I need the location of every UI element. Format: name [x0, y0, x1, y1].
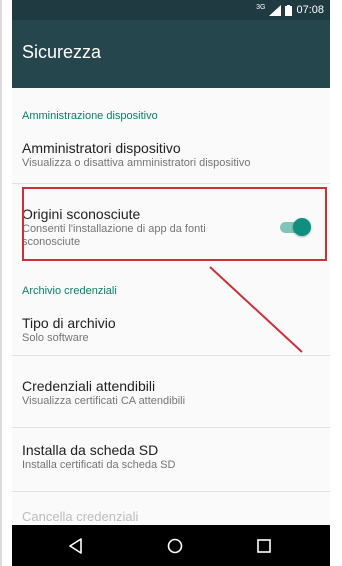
screen-edge [0, 0, 2, 566]
back-button[interactable] [56, 525, 96, 566]
recents-icon [257, 538, 271, 553]
recents-button[interactable] [244, 525, 284, 566]
annotation-arrow [209, 266, 303, 353]
navigation-bar [12, 525, 330, 566]
phone-screen: 3G 07:08 Sicurezza Amministrazione dispo… [12, 0, 330, 566]
home-icon [167, 538, 183, 553]
back-icon [69, 537, 82, 554]
home-button[interactable] [155, 525, 195, 566]
